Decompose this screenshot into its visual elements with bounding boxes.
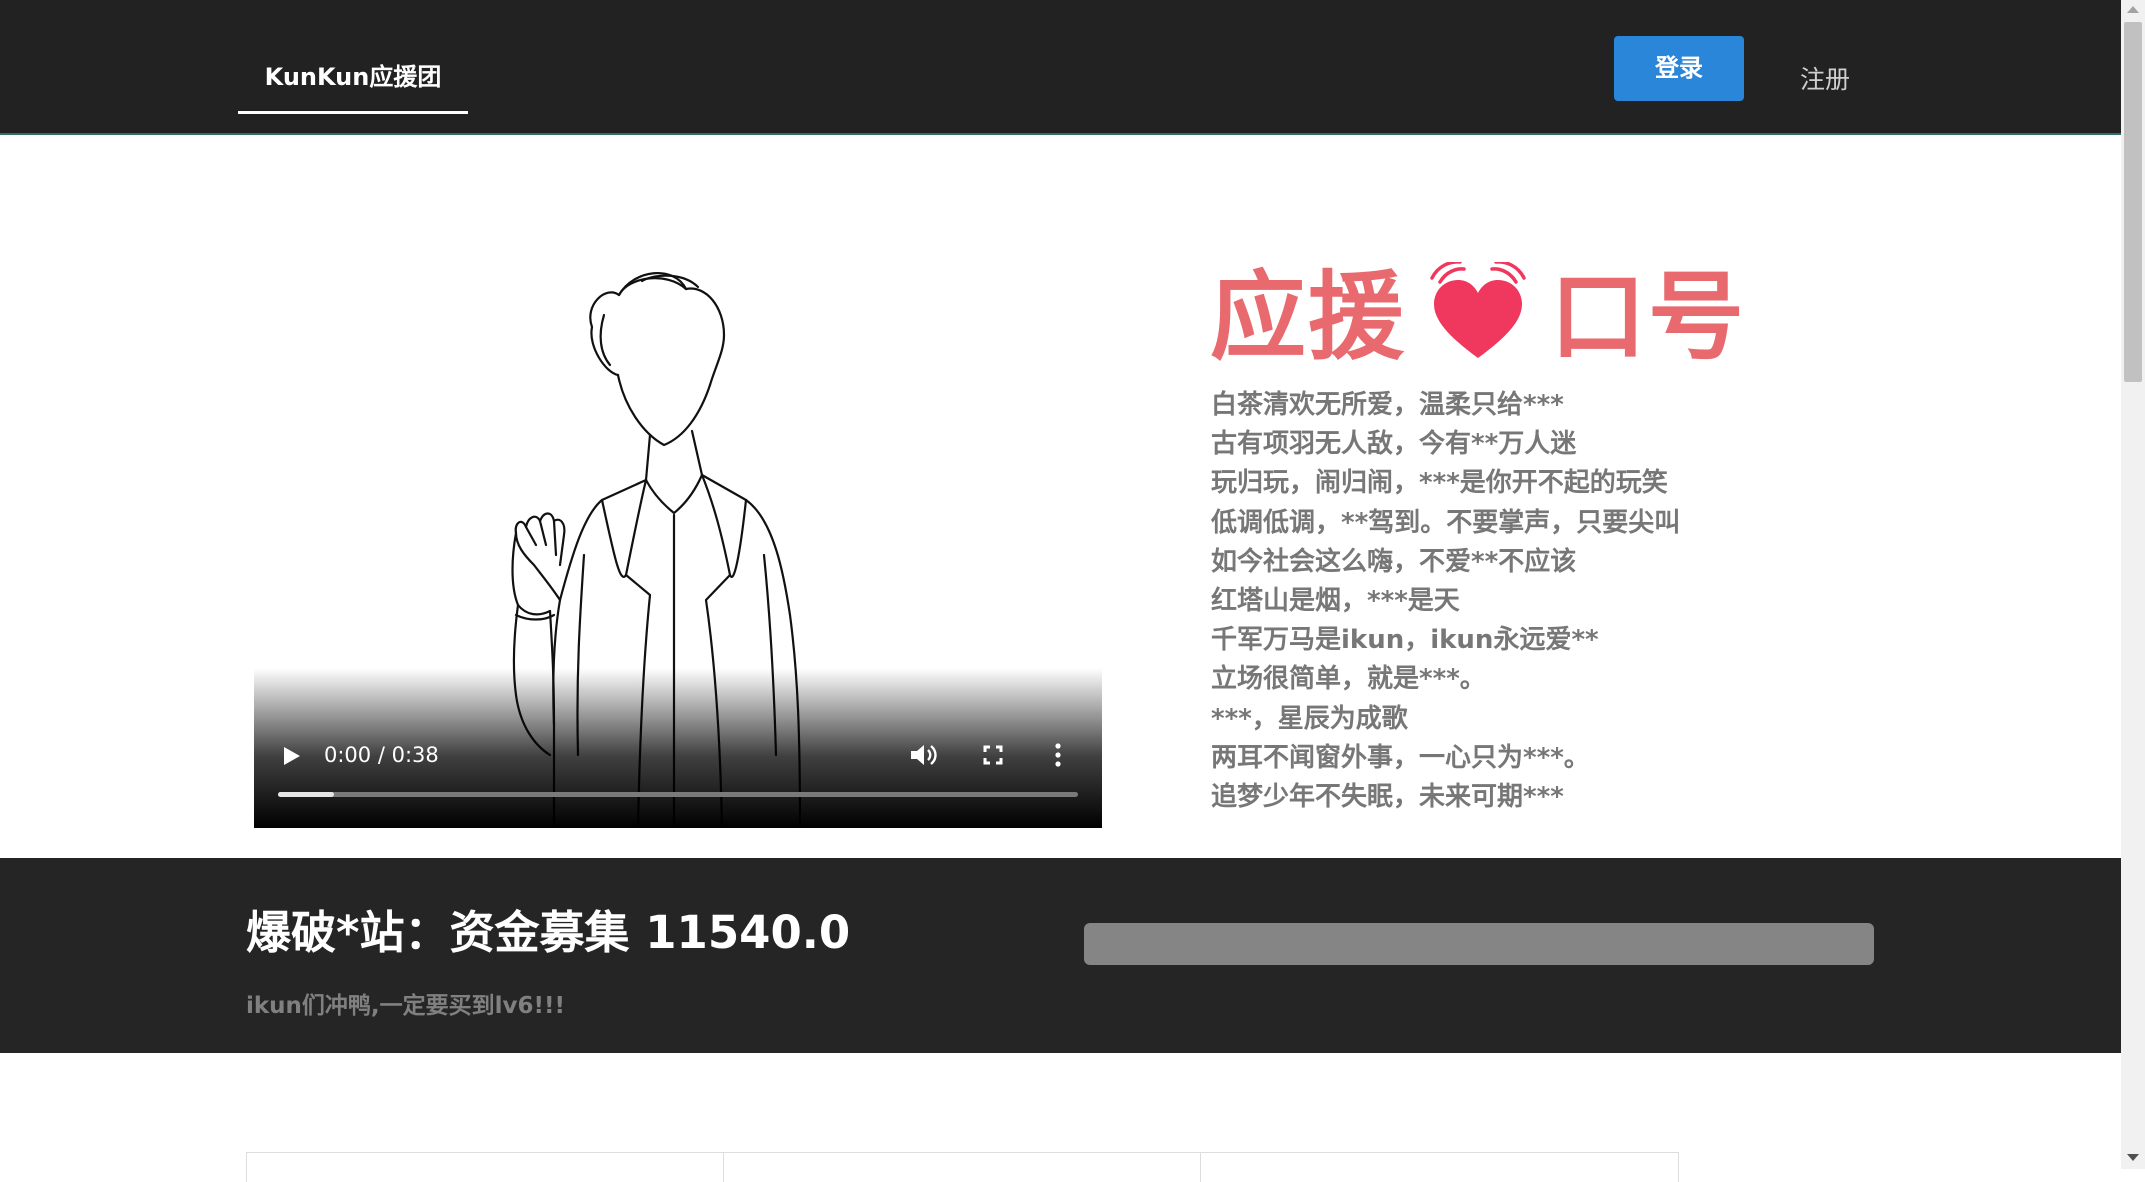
slogan-line: 千军万马是ikun，ikun永远爱** [1211,625,1599,656]
slogan-line: 白茶清欢无所爱，温柔只给*** [1211,390,1564,420]
slogan-line: 追梦少年不失眠，未来可期*** [1211,782,1564,813]
scroll-thumb[interactable] [2124,22,2142,382]
card[interactable] [1200,1152,1679,1182]
heart-icon [1418,260,1538,372]
card-row [246,1152,1679,1182]
slogan-line: 立场很简单，就是***。 [1211,664,1486,695]
slogan-line: 古有项羽无人敌，今有**万人迷 [1211,429,1577,460]
more-options-icon[interactable] [1054,742,1062,772]
video-progress-fill [278,792,334,797]
slogan-title-left: 应援 [1210,261,1406,373]
slogan-title: 应援 口号 [1210,260,1746,373]
slogan-line: 红塔山是烟，***是天 [1211,586,1460,617]
slogan-line: 两耳不闻窗外事，一心只为***。 [1211,742,1590,773]
slogan-line: ***，星辰为成歌 [1211,703,1408,734]
volume-icon[interactable] [909,743,937,771]
card[interactable] [723,1152,1201,1182]
funding-subtitle: ikun们冲鸭,一定要买到lv6!!! [246,993,566,1019]
scroll-up-icon[interactable] [2127,6,2139,13]
slogan-title-right: 口号 [1550,261,1746,373]
video-time: 0:00 / 0:38 [324,743,439,767]
card[interactable] [246,1152,724,1182]
video-player[interactable]: 0:00 / 0:38 [254,255,1102,828]
page-scrollbar[interactable] [2121,0,2145,1169]
slogan-line: 低调低调，**驾到。不要掌声，只要尖叫 [1211,507,1681,538]
slogan-lines: 白茶清欢无所爱，温柔只给*** 古有项羽无人敌，今有**万人迷 玩归玩，闹归闹，… [1211,386,1771,817]
funding-section: 爆破*站：资金募集 11540.0 ikun们冲鸭,一定要买到lv6!!! [0,858,2121,1053]
funding-progress-bar [1084,923,1874,965]
video-progress-bar[interactable] [278,792,1078,797]
scroll-down-icon[interactable] [2127,1154,2139,1161]
login-button[interactable]: 登录 [1614,36,1744,101]
brand-tab[interactable]: KunKun应援团 [238,52,468,114]
register-link[interactable]: 注册 [1800,60,1850,96]
funding-title: 爆破*站：资金募集 11540.0 [246,906,851,959]
play-icon[interactable] [282,745,302,771]
slogan-line: 玩归玩，闹归闹，***是你开不起的玩笑 [1211,468,1668,499]
slogan-line: 如今社会这么嗨，不爱**不应该 [1211,546,1577,577]
fullscreen-icon[interactable] [982,744,1004,770]
top-navbar: KunKun应援团 登录 注册 [0,0,2121,135]
